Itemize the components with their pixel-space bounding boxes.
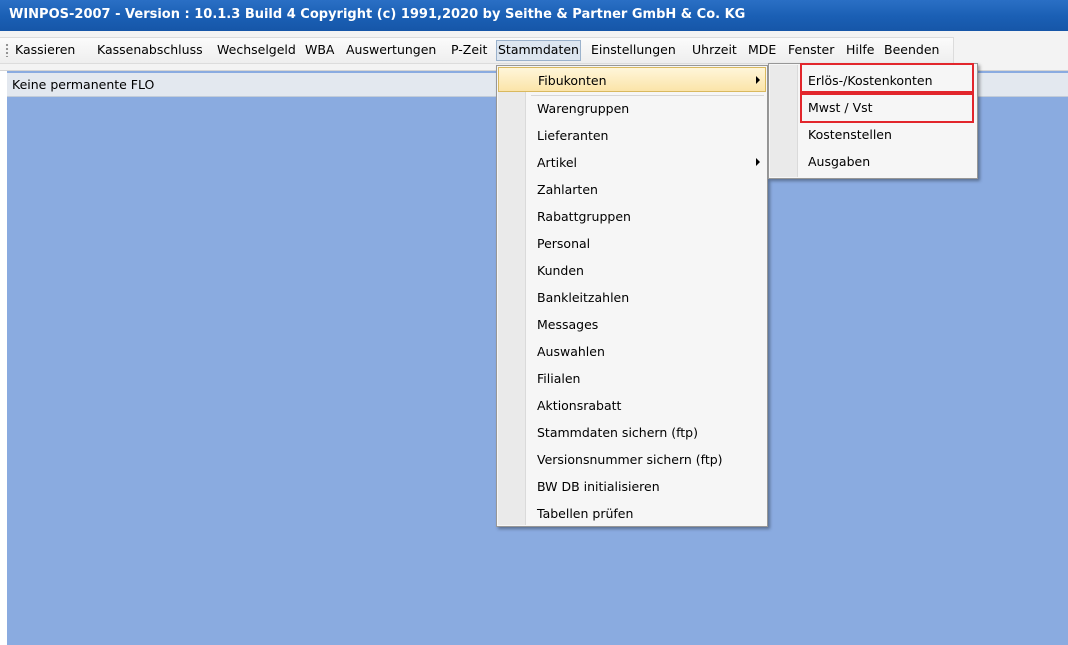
menu-item-label: Aktionsrabatt xyxy=(537,398,622,413)
menu-item-label: Kostenstellen xyxy=(808,127,892,142)
menu-wechselgeld[interactable]: Wechselgeld xyxy=(215,40,298,61)
status-text: Keine permanente FLO xyxy=(12,77,155,92)
menu-item-label: Filialen xyxy=(537,371,581,386)
menu-item-messages[interactable]: Messages xyxy=(498,312,766,337)
menu-item-label: Fibukonten xyxy=(538,73,607,88)
menu-item-fibukonten[interactable]: Fibukonten xyxy=(498,67,766,92)
menu-item-aktionsrabatt[interactable]: Aktionsrabatt xyxy=(498,393,766,418)
menu-item-label: Artikel xyxy=(537,155,578,170)
menu-fenster[interactable]: Fenster xyxy=(786,40,836,61)
menu-hilfe[interactable]: Hilfe xyxy=(844,40,876,61)
menu-item-lieferanten[interactable]: Lieferanten xyxy=(498,123,766,148)
menu-item-label: Auswahlen xyxy=(537,344,605,359)
menu-item-label: Messages xyxy=(537,317,599,332)
menu-item-stammdaten-sichern[interactable]: Stammdaten sichern (ftp) xyxy=(498,420,766,445)
window-title: WINPOS-2007 - Version : 10.1.3 Build 4 C… xyxy=(0,0,1068,31)
menu-label: MDE xyxy=(748,42,777,57)
menu-item-label: Bankleitzahlen xyxy=(537,290,630,305)
menu-item-label: Lieferanten xyxy=(537,128,609,143)
menu-label: Kassieren xyxy=(15,42,76,57)
menu-label: WBA xyxy=(305,42,335,57)
menu-item-label: Versionsnummer sichern (ftp) xyxy=(537,452,723,467)
menu-item-bankleitzahlen[interactable]: Bankleitzahlen xyxy=(498,285,766,310)
menu-item-label: Stammdaten sichern (ftp) xyxy=(537,425,698,440)
menu-item-tabellen-pruefen[interactable]: Tabellen prüfen xyxy=(498,501,766,526)
menu-item-rabattgruppen[interactable]: Rabattgruppen xyxy=(498,204,766,229)
menu-label: Stammdaten xyxy=(498,42,579,57)
menu-stammdaten[interactable]: Stammdaten xyxy=(496,40,581,61)
chevron-right-icon xyxy=(756,158,760,166)
toolbar-grip-icon[interactable] xyxy=(5,43,9,57)
menu-p-zeit[interactable]: P-Zeit xyxy=(449,40,489,61)
menu-item-filialen[interactable]: Filialen xyxy=(498,366,766,391)
menu-item-artikel[interactable]: Artikel xyxy=(498,150,766,175)
menu-item-label: Zahlarten xyxy=(537,182,598,197)
menu-item-label: Rabattgruppen xyxy=(537,209,631,224)
menu-kassenabschluss[interactable]: Kassenabschluss xyxy=(95,40,205,61)
menu-auswertungen[interactable]: Auswertungen xyxy=(344,40,438,61)
menu-label: Beenden xyxy=(884,42,940,57)
annotation-box xyxy=(800,93,974,123)
menu-item-kostenstellen[interactable]: Kostenstellen xyxy=(770,122,976,147)
chevron-right-icon xyxy=(756,76,760,84)
menu-label: Auswertungen xyxy=(346,42,437,57)
menu-label: Fenster xyxy=(788,42,835,57)
menu-label: Uhrzeit xyxy=(692,42,737,57)
menu-item-ausgaben[interactable]: Ausgaben xyxy=(770,149,976,174)
menu-item-personal[interactable]: Personal xyxy=(498,231,766,256)
menu-item-label: Ausgaben xyxy=(808,154,871,169)
menu-wba[interactable]: WBA xyxy=(303,40,337,61)
menu-item-label: Warengruppen xyxy=(537,101,630,116)
menu-label: Hilfe xyxy=(846,42,875,57)
menu-uhrzeit[interactable]: Uhrzeit xyxy=(690,40,739,61)
menu-item-label: Personal xyxy=(537,236,591,251)
menu-mde[interactable]: MDE xyxy=(746,40,778,61)
menu-kassieren[interactable]: Kassieren xyxy=(13,40,77,61)
menu-label: Wechselgeld xyxy=(217,42,296,57)
menu-item-bw-db-initialisieren[interactable]: BW DB initialisieren xyxy=(498,474,766,499)
menu-item-label: Tabellen prüfen xyxy=(537,506,634,521)
menu-label: P-Zeit xyxy=(451,42,488,57)
menu-item-auswahlen[interactable]: Auswahlen xyxy=(498,339,766,364)
menu-label: Einstellungen xyxy=(591,42,676,57)
stammdaten-dropdown: Fibukonten Warengruppen Lieferanten Arti… xyxy=(496,65,768,527)
menu-label: Kassenabschluss xyxy=(97,42,203,57)
menu-item-zahlarten[interactable]: Zahlarten xyxy=(498,177,766,202)
annotation-box xyxy=(800,63,974,93)
menu-item-label: Kunden xyxy=(537,263,584,278)
menu-item-warengruppen[interactable]: Warengruppen xyxy=(498,96,766,121)
menu-item-label: BW DB initialisieren xyxy=(537,479,660,494)
menu-item-kunden[interactable]: Kunden xyxy=(498,258,766,283)
menu-item-versionsnummer-sichern[interactable]: Versionsnummer sichern (ftp) xyxy=(498,447,766,472)
menu-einstellungen[interactable]: Einstellungen xyxy=(589,40,678,61)
menu-beenden[interactable]: Beenden xyxy=(882,40,941,61)
